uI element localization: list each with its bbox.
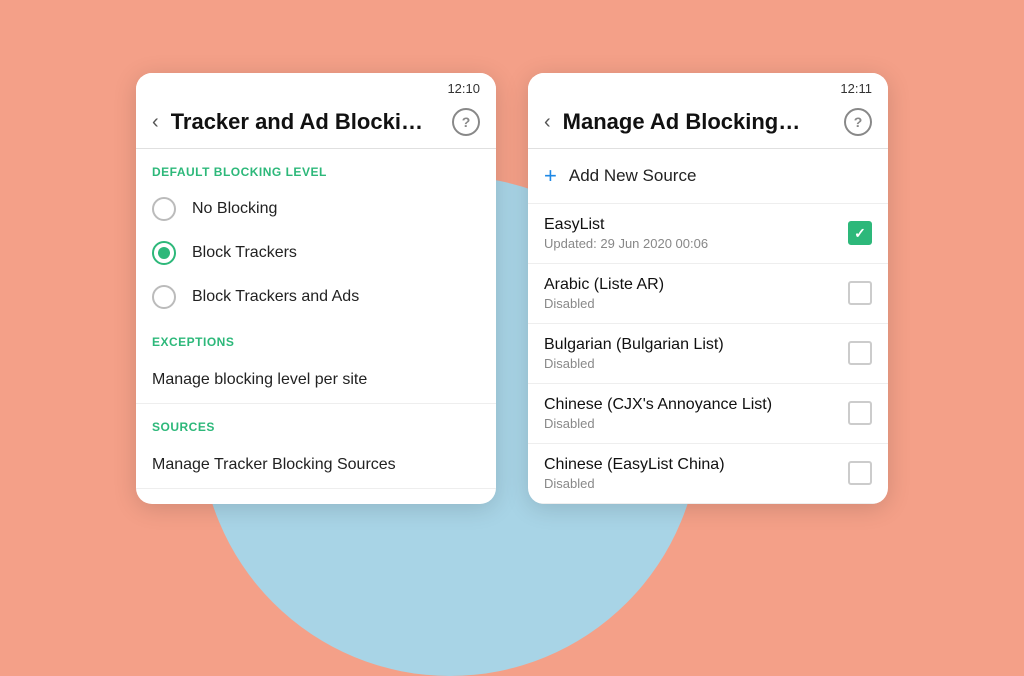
left-section-label-exceptions: EXCEPTIONS xyxy=(136,319,496,357)
source-info-chinese-cjx: Chinese (CJX's Annoyance List) Disabled xyxy=(544,396,848,431)
source-sub-arabic: Disabled xyxy=(544,296,848,311)
source-bulgarian[interactable]: Bulgarian (Bulgarian List) Disabled xyxy=(528,324,888,384)
radio-label-no-blocking: No Blocking xyxy=(192,200,277,218)
checkbox-arabic[interactable] xyxy=(848,281,872,305)
checkbox-chinese-cjx[interactable] xyxy=(848,401,872,425)
radio-label-block-trackers-ads: Block Trackers and Ads xyxy=(192,288,359,306)
add-new-source-row[interactable]: + Add New Source xyxy=(528,149,888,204)
source-name-arabic: Arabic (Liste AR) xyxy=(544,276,848,294)
source-info-easylist: EasyList Updated: 29 Jun 2020 00:06 xyxy=(544,216,848,251)
manage-tracker-blocking-sources[interactable]: Manage Tracker Blocking Sources xyxy=(136,442,496,489)
source-arabic[interactable]: Arabic (Liste AR) Disabled xyxy=(528,264,888,324)
radio-no-blocking[interactable]: No Blocking xyxy=(136,187,496,231)
radio-block-trackers[interactable]: Block Trackers xyxy=(136,231,496,275)
add-new-source-label: Add New Source xyxy=(569,166,697,186)
source-chinese-cjx[interactable]: Chinese (CJX's Annoyance List) Disabled xyxy=(528,384,888,444)
left-phone-card: 12:10 ‹ Tracker and Ad Blocki… ? DEFAULT… xyxy=(136,73,496,504)
radio-circle-no-blocking xyxy=(152,197,176,221)
source-name-chinese-cjx: Chinese (CJX's Annoyance List) xyxy=(544,396,848,414)
left-section-label-sources: SOURCES xyxy=(136,404,496,442)
source-easylist[interactable]: EasyList Updated: 29 Jun 2020 00:06 xyxy=(528,204,888,264)
right-status-bar: 12:11 xyxy=(528,73,888,100)
phones-container: 12:10 ‹ Tracker and Ad Blocki… ? DEFAULT… xyxy=(136,73,888,504)
source-sub-easylist: Updated: 29 Jun 2020 00:06 xyxy=(544,236,848,251)
left-header: ‹ Tracker and Ad Blocki… ? xyxy=(136,100,496,149)
source-sub-bulgarian: Disabled xyxy=(544,356,848,371)
checkbox-bulgarian[interactable] xyxy=(848,341,872,365)
source-name-chinese-easylist: Chinese (EasyList China) xyxy=(544,456,848,474)
right-phone-card: 12:11 ‹ Manage Ad Blocking… ? + Add New … xyxy=(528,73,888,504)
checkbox-chinese-easylist[interactable] xyxy=(848,461,872,485)
right-header: ‹ Manage Ad Blocking… ? xyxy=(528,100,888,149)
right-time: 12:11 xyxy=(840,81,872,96)
left-time: 12:10 xyxy=(447,81,480,96)
source-info-chinese-easylist: Chinese (EasyList China) Disabled xyxy=(544,456,848,491)
checkbox-easylist[interactable] xyxy=(848,221,872,245)
radio-label-block-trackers: Block Trackers xyxy=(192,244,297,262)
right-help-button[interactable]: ? xyxy=(844,108,872,136)
source-name-bulgarian: Bulgarian (Bulgarian List) xyxy=(544,336,848,354)
right-back-button[interactable]: ‹ xyxy=(544,112,551,132)
left-header-title: Tracker and Ad Blocki… xyxy=(171,109,440,135)
right-content: + Add New Source EasyList Updated: 29 Ju… xyxy=(528,149,888,504)
left-section-label-blocking: DEFAULT BLOCKING LEVEL xyxy=(136,149,496,187)
manage-blocking-per-site[interactable]: Manage blocking level per site xyxy=(136,357,496,404)
radio-block-trackers-ads[interactable]: Block Trackers and Ads xyxy=(136,275,496,319)
source-chinese-easylist[interactable]: Chinese (EasyList China) Disabled xyxy=(528,444,888,504)
source-name-easylist: EasyList xyxy=(544,216,848,234)
radio-circle-block-trackers-ads xyxy=(152,285,176,309)
left-content: DEFAULT BLOCKING LEVEL No Blocking Block… xyxy=(136,149,496,489)
source-sub-chinese-easylist: Disabled xyxy=(544,476,848,491)
left-back-button[interactable]: ‹ xyxy=(152,112,159,132)
radio-circle-block-trackers xyxy=(152,241,176,265)
plus-icon: + xyxy=(544,163,557,189)
source-sub-chinese-cjx: Disabled xyxy=(544,416,848,431)
right-header-title: Manage Ad Blocking… xyxy=(563,109,832,135)
left-help-button[interactable]: ? xyxy=(452,108,480,136)
source-info-arabic: Arabic (Liste AR) Disabled xyxy=(544,276,848,311)
source-info-bulgarian: Bulgarian (Bulgarian List) Disabled xyxy=(544,336,848,371)
left-status-bar: 12:10 xyxy=(136,73,496,100)
